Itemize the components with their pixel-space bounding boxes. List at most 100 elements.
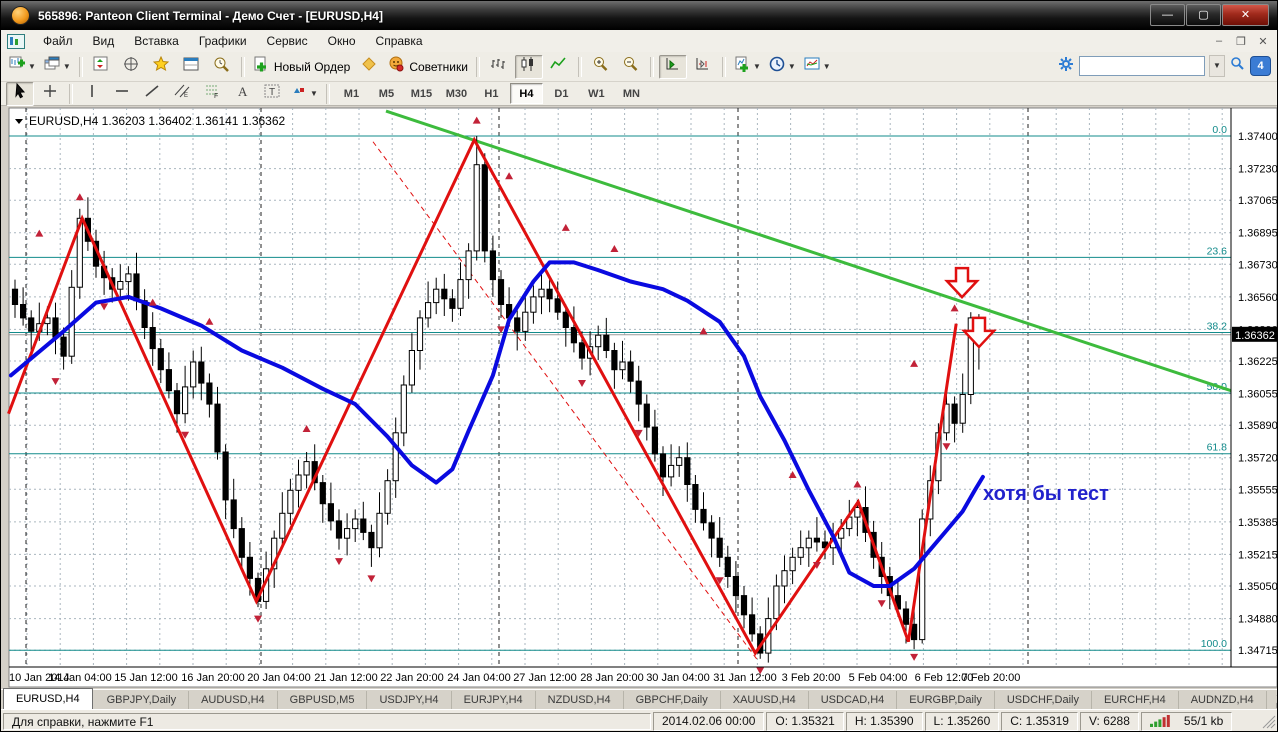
- dropdown-caret-icon[interactable]: ▼: [753, 62, 761, 71]
- line-chart-button[interactable]: [545, 55, 573, 79]
- dropdown-caret-icon[interactable]: ▼: [788, 62, 796, 71]
- mdi-minimize-icon[interactable]: –: [1211, 35, 1227, 48]
- chart-tab-EURGBP-Daily[interactable]: EURGBP,Daily: [897, 691, 995, 709]
- auto-scroll-button[interactable]: [658, 54, 687, 79]
- app-logo-icon: [11, 6, 30, 25]
- close-button[interactable]: ✕: [1222, 4, 1269, 26]
- strategy-tester-button[interactable]: [208, 55, 236, 79]
- chart-tab-EURCHF-H4[interactable]: EURCHF,H4: [1092, 691, 1179, 709]
- horizontal-line-button[interactable]: [108, 82, 136, 106]
- timeframe-MN[interactable]: MN: [615, 83, 648, 104]
- price-tick: 1.34880: [1238, 614, 1278, 626]
- chart-tab-EURUSD-H4[interactable]: EURUSD,H4: [3, 688, 93, 710]
- menu-item-4[interactable]: Сервис: [257, 31, 318, 51]
- chart-area[interactable]: 1.37400 1.37230 1.37065 1.36895 1.36730 1.365…: [1, 106, 1278, 689]
- arrows-button[interactable]: ▼: [288, 82, 321, 106]
- expert-advisors-button[interactable]: Советники: [385, 55, 471, 79]
- text-label-icon: T: [264, 83, 281, 104]
- timeframe-M15[interactable]: M15: [405, 83, 438, 104]
- bar-chart-button[interactable]: [485, 55, 513, 79]
- chart-tab-USDJPY-H4[interactable]: USDJPY,H4: [367, 691, 452, 709]
- templates-button[interactable]: ▼: [801, 55, 834, 79]
- timeframe-M1[interactable]: M1: [335, 83, 368, 104]
- crosshair-button[interactable]: [36, 82, 64, 106]
- templates-icon: [804, 56, 821, 77]
- maximize-button[interactable]: ▢: [1186, 4, 1221, 26]
- chart-tab-NZDUSD-H4[interactable]: NZDUSD,H4: [536, 691, 624, 709]
- connection-bars-icon: [1149, 715, 1170, 727]
- chart-tab-GBPJPY-Daily[interactable]: GBPJPY,Daily: [95, 691, 190, 709]
- chart-header: EURUSD,H4 1.36203 1.36402 1.36141 1.3636…: [29, 114, 286, 128]
- metaeditor-icon: [361, 56, 378, 77]
- menu-item-2[interactable]: Вставка: [124, 31, 189, 51]
- status-cell-4: C: 1.35319: [1001, 712, 1078, 731]
- price-tick: 1.35720: [1238, 453, 1278, 465]
- menu-item-6[interactable]: Справка: [366, 31, 433, 51]
- chart-tab-USDCAD-H4[interactable]: USDCAD,H4: [809, 691, 898, 709]
- timeframe-M30[interactable]: M30: [440, 83, 473, 104]
- data-window-button[interactable]: [118, 55, 146, 79]
- zoom-in-button[interactable]: [587, 55, 615, 79]
- timeframe-W1[interactable]: W1: [580, 83, 613, 104]
- candlestick-chart-button[interactable]: [514, 54, 543, 79]
- timeframe-D1[interactable]: D1: [545, 83, 578, 104]
- timeframe-H1[interactable]: H1: [475, 83, 508, 104]
- menu-item-0[interactable]: Файл: [33, 31, 83, 51]
- time-tick: 21 Jan 12:00: [314, 672, 378, 684]
- notification-bubble[interactable]: 4: [1250, 56, 1271, 76]
- chart-tab-AUDUSD-H4[interactable]: AUDUSD,H4: [189, 691, 278, 709]
- dropdown-caret-icon[interactable]: ▼: [63, 62, 71, 71]
- search-magnifier-icon[interactable]: [1229, 56, 1246, 77]
- dropdown-caret-icon[interactable]: ▼: [823, 62, 831, 71]
- chart-tab-AUDNZD-H4[interactable]: AUDNZD,H4: [1179, 691, 1267, 709]
- price-chart[interactable]: 1.37400 1.37230 1.37065 1.36895 1.36730 1.365…: [1, 106, 1278, 689]
- terminal-button[interactable]: [178, 55, 206, 79]
- chart-shift-icon: [694, 56, 711, 77]
- equidistant-channel-button[interactable]: E: [168, 82, 196, 106]
- chart-tab-GBPUSD-M5[interactable]: GBPUSD,M5: [278, 691, 368, 709]
- search-dropdown-caret-icon[interactable]: ▼: [1209, 55, 1225, 77]
- chart-tab-EURJPY-H4[interactable]: EURJPY,H4: [452, 691, 536, 709]
- mdi-restore-icon[interactable]: ❐: [1233, 35, 1249, 48]
- new-order-label: Новый Ордер: [273, 59, 351, 74]
- tab-scroll-arrows[interactable]: ◄ ►: [1267, 690, 1277, 710]
- chart-tab-XAUUSD-H4[interactable]: XAUUSD,H4: [721, 691, 809, 709]
- timeframe-H4[interactable]: H4: [509, 83, 543, 104]
- new-order-button[interactable]: Новый Ордер: [250, 55, 353, 79]
- chart-tab-GBPCHF-Daily[interactable]: GBPCHF,Daily: [624, 691, 721, 709]
- dropdown-caret-icon[interactable]: ▼: [310, 89, 318, 98]
- navigator-button[interactable]: [148, 55, 176, 79]
- mdi-close-icon[interactable]: ✕: [1255, 35, 1271, 48]
- new-chart-button[interactable]: ▼: [6, 55, 39, 79]
- status-cell-5: V: 6288: [1079, 712, 1139, 731]
- gear-icon[interactable]: [1058, 56, 1075, 77]
- chart-tab-USDCHF-Daily[interactable]: USDCHF,Daily: [995, 691, 1092, 709]
- metaeditor-button[interactable]: [355, 55, 383, 79]
- price-tick: 1.35215: [1238, 549, 1278, 561]
- menu-item-3[interactable]: Графики: [189, 31, 257, 51]
- profiles-button[interactable]: ▼: [41, 55, 74, 79]
- trendline-button[interactable]: [138, 82, 166, 106]
- text-button[interactable]: A: [228, 82, 256, 106]
- minimize-button[interactable]: —: [1150, 4, 1185, 26]
- periods-button[interactable]: ▼: [766, 55, 799, 79]
- market-watch-button[interactable]: [88, 55, 116, 79]
- fibonacci-button[interactable]: F: [198, 82, 226, 106]
- indicators-button[interactable]: ▼: [731, 55, 764, 79]
- chart-shift-button[interactable]: [689, 55, 717, 79]
- search-input[interactable]: [1079, 56, 1205, 76]
- timeframe-M5[interactable]: M5: [370, 83, 403, 104]
- resize-grip[interactable]: [1262, 715, 1276, 731]
- text-label-button[interactable]: T: [258, 82, 286, 106]
- data-window-icon: [123, 56, 140, 77]
- cursor-button[interactable]: [6, 81, 34, 106]
- fib-label: 100.0: [1201, 638, 1227, 650]
- vertical-line-button[interactable]: [78, 82, 106, 106]
- new-order-icon: [253, 56, 270, 77]
- zoom-out-button[interactable]: [617, 55, 645, 79]
- dropdown-caret-icon[interactable]: ▼: [28, 62, 36, 71]
- menu-item-1[interactable]: Вид: [83, 31, 125, 51]
- toolbar-separator: [78, 56, 83, 77]
- bid-price-label: 1.36362: [1235, 330, 1275, 342]
- menu-item-5[interactable]: Окно: [318, 31, 366, 51]
